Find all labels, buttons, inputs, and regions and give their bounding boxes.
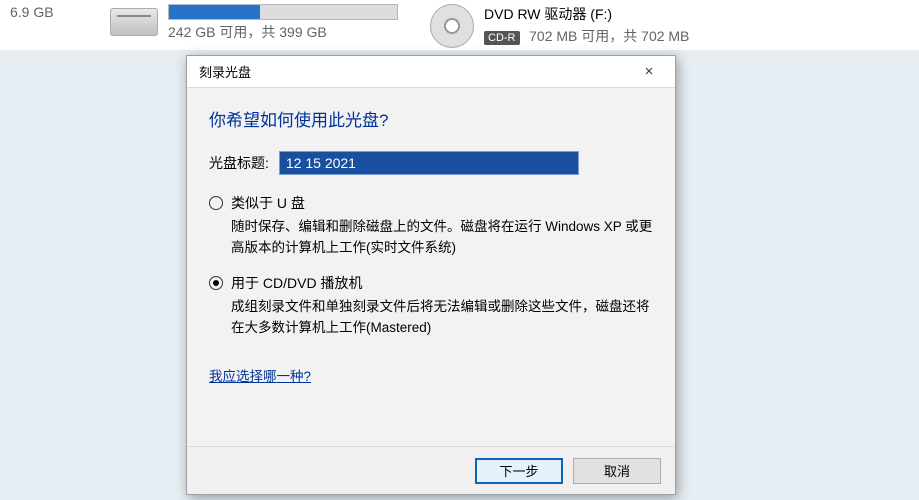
cd-icon	[430, 4, 474, 48]
hdd-icon	[110, 8, 158, 36]
close-button[interactable]: ×	[629, 58, 669, 86]
drive-free-text: 242 GB 可用，共 399 GB	[168, 22, 398, 42]
optical-drive-item[interactable]: DVD RW 驱动器 (F:) CD-R 702 MB 可用，共 702 MB	[420, 0, 780, 50]
dialog-body: 你希望如何使用此光盘? 光盘标题: 类似于 U 盘 随时保存、编辑和删除磁盘上的…	[187, 88, 675, 446]
option-description: 随时保存、编辑和删除磁盘上的文件。磁盘将在运行 Windows XP 或更高版本…	[231, 217, 655, 259]
dialog-titlebar[interactable]: 刻录光盘 ×	[187, 56, 675, 88]
media-type-badge: CD-R	[484, 31, 520, 45]
optical-drive-label: DVD RW 驱动器 (F:)	[484, 4, 689, 24]
burn-disc-dialog: 刻录光盘 × 你希望如何使用此光盘? 光盘标题: 类似于 U 盘 随时保存、编辑…	[186, 55, 676, 495]
cancel-button[interactable]: 取消	[573, 458, 661, 484]
drive-item[interactable]: 242 GB 可用，共 399 GB	[100, 0, 420, 50]
drive-usage-bar	[168, 4, 398, 20]
dialog-question: 你希望如何使用此光盘?	[209, 106, 655, 131]
option-usb-like[interactable]: 类似于 U 盘 随时保存、编辑和删除磁盘上的文件。磁盘将在运行 Windows …	[209, 193, 655, 259]
option-cd-dvd-player[interactable]: 用于 CD/DVD 播放机 成组刻录文件和单独刻录文件后将无法编辑或删除这些文件…	[209, 273, 655, 339]
disc-title-input[interactable]	[279, 151, 579, 175]
disc-title-label: 光盘标题:	[209, 153, 269, 173]
disc-title-row: 光盘标题:	[209, 151, 655, 175]
drive-free-text: 6.9 GB	[10, 4, 54, 20]
help-link[interactable]: 我应选择哪一种?	[209, 365, 311, 385]
dialog-button-bar: 下一步 取消	[187, 446, 675, 494]
option-description: 成组刻录文件和单独刻录文件后将无法编辑或删除这些文件，磁盘还将在大多数计算机上工…	[231, 297, 655, 339]
optical-free-text: 702 MB 可用，共 702 MB	[529, 28, 689, 44]
option-label: 用于 CD/DVD 播放机	[231, 273, 362, 293]
next-button[interactable]: 下一步	[475, 458, 563, 484]
close-icon: ×	[645, 63, 654, 80]
option-label: 类似于 U 盘	[231, 193, 305, 213]
radio-icon[interactable]	[209, 196, 223, 210]
drive-fragment: 6.9 GB	[0, 0, 100, 50]
dialog-title: 刻录光盘	[199, 62, 251, 81]
radio-icon[interactable]	[209, 276, 223, 290]
